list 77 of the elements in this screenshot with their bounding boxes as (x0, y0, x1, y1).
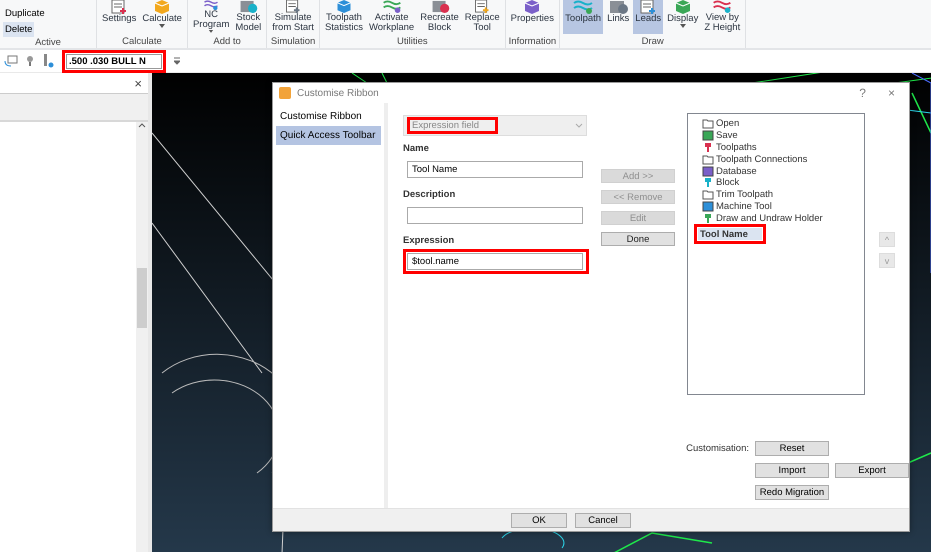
input-field[interactable]: Tool Name (407, 161, 583, 178)
group-label: Active (34, 37, 62, 48)
ribbon-button[interactable]: Simulate from Start (270, 0, 316, 34)
customisation-button[interactable]: Reset (755, 441, 829, 456)
chevron-icon (575, 123, 583, 128)
wave-icon (380, 0, 403, 13)
close-button[interactable]: × (134, 76, 142, 90)
list-item[interactable]: Database (688, 165, 864, 177)
dropdown-placeholder: Expression field (412, 120, 480, 131)
ribbon-button[interactable]: Toolpath (563, 0, 604, 34)
tool-field[interactable]: .500 .030 BULL N (66, 54, 162, 68)
list-item[interactable]: Block (688, 176, 864, 189)
dialog-button[interactable]: Cancel (575, 512, 631, 528)
group-label: Add to (212, 36, 242, 48)
folder-icon (702, 118, 714, 130)
nav-item[interactable]: Quick Access Toolbar (276, 126, 381, 145)
customize-icon[interactable] (174, 57, 180, 65)
dialog-button[interactable]: OK (511, 512, 567, 528)
list-item[interactable]: Toolpaths (688, 142, 864, 154)
ribbon-button[interactable]: Display (665, 0, 700, 34)
wave-icon (572, 0, 594, 14)
scrollbar[interactable] (136, 122, 148, 552)
scroll-up-icon[interactable] (138, 122, 146, 128)
group-label: Information (508, 36, 556, 48)
list-item[interactable]: Open (688, 118, 864, 130)
group-label: Simulation (270, 36, 316, 48)
group-label: Calculate (121, 36, 163, 48)
app-logo-icon (279, 87, 291, 99)
tool-icon (702, 177, 714, 188)
customisation-label: Customisation: (686, 443, 749, 454)
ribbon-button[interactable]: Duplicate (3, 6, 47, 21)
input-field[interactable]: $tool.name (407, 253, 583, 270)
wave-icon (711, 0, 734, 13)
list-item[interactable]: Trim Toolpath (688, 188, 864, 201)
ribbon-button[interactable]: Delete (3, 22, 34, 37)
list-item[interactable]: Machine Tool (688, 200, 864, 212)
square-icon (702, 130, 714, 142)
tool-icon[interactable] (42, 54, 54, 68)
help-button[interactable]: ? (851, 86, 874, 100)
nav-item[interactable]: Customise Ribbon (276, 107, 381, 126)
close-button[interactable]: × (880, 86, 903, 100)
ribbon-button[interactable]: Leads (633, 0, 664, 34)
customisation-button[interactable]: Redo Migration (755, 485, 829, 500)
customisation-button[interactable]: Import (755, 463, 829, 478)
action-button[interactable]: Done (601, 232, 675, 246)
list-item[interactable]: Save (688, 130, 864, 142)
field-label: Name (403, 143, 430, 154)
window-title: Customise Ribbon (297, 88, 380, 98)
ribbon-button[interactable]: Activate Workplane (366, 0, 416, 34)
field-label: Description (403, 189, 456, 200)
ribbon-button[interactable]: Recreate Block (418, 0, 461, 34)
ribbon-button[interactable]: Links (605, 0, 632, 34)
tool-icon (702, 142, 714, 153)
tool-icon (702, 212, 714, 224)
list-item[interactable]: Draw and Undraw Holder (688, 212, 864, 224)
workplane-icon[interactable] (4, 55, 18, 67)
square-icon (702, 166, 714, 177)
field-label: Expression (403, 235, 456, 246)
scroll-thumb[interactable] (137, 268, 147, 328)
square-icon (702, 200, 714, 212)
ribbon-button[interactable]: View by Z Height (702, 0, 742, 34)
customisation-button[interactable]: Export (835, 463, 909, 478)
ribbon-button[interactable]: Replace Tool (462, 0, 502, 34)
list-item[interactable]: Toolpath Connections (688, 153, 864, 166)
ribbon-button[interactable]: NC Program (190, 0, 232, 34)
group-label: Utilities (396, 36, 429, 48)
ribbon-button[interactable]: Settings (100, 0, 138, 34)
ribbon-button[interactable]: Toolpath Statistics (322, 0, 365, 34)
folder-icon (702, 154, 714, 165)
input-field[interactable] (407, 207, 583, 224)
folder-icon (702, 189, 714, 200)
ribbon-button[interactable]: Stock Model (233, 0, 264, 34)
ribbon-button[interactable]: Calculate (140, 0, 184, 34)
list-item[interactable]: Tool Name (698, 228, 762, 240)
bulb-icon[interactable] (26, 55, 34, 67)
group-label: Draw (640, 36, 665, 48)
ribbon-button[interactable]: Properties (508, 0, 556, 34)
